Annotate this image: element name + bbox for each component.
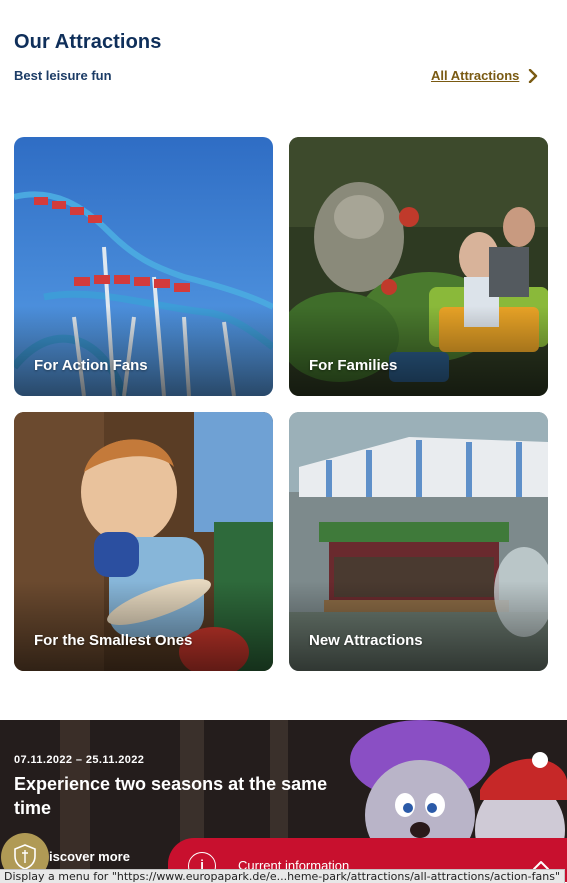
browser-status-bar: Display a menu for "https://www.europapa…: [0, 869, 565, 883]
chevron-right-icon: [529, 68, 538, 83]
section-title: Our Attractions: [14, 31, 162, 53]
card-label: For the Smallest Ones: [34, 632, 193, 649]
card-label: New Attractions: [309, 632, 423, 649]
card-smallest-ones[interactable]: For the Smallest Ones: [14, 412, 273, 671]
section-subtitle: Best leisure fun: [14, 68, 112, 83]
promo-headline: Experience two seasons at the same time: [14, 774, 328, 818]
all-attractions-label: All Attractions: [431, 68, 520, 83]
all-attractions-link[interactable]: All Attractions: [431, 68, 539, 83]
card-action-fans[interactable]: For Action Fans: [14, 137, 273, 396]
discover-more-link[interactable]: iscover more: [49, 849, 130, 864]
promo-dates: 07.11.2022 – 25.11.2022: [14, 754, 145, 766]
card-label: For Families: [309, 357, 398, 374]
card-new-attractions[interactable]: New Attractions: [289, 412, 548, 671]
shield-icon: [14, 844, 36, 870]
card-families[interactable]: For Families: [289, 137, 548, 396]
card-label: For Action Fans: [34, 357, 148, 374]
